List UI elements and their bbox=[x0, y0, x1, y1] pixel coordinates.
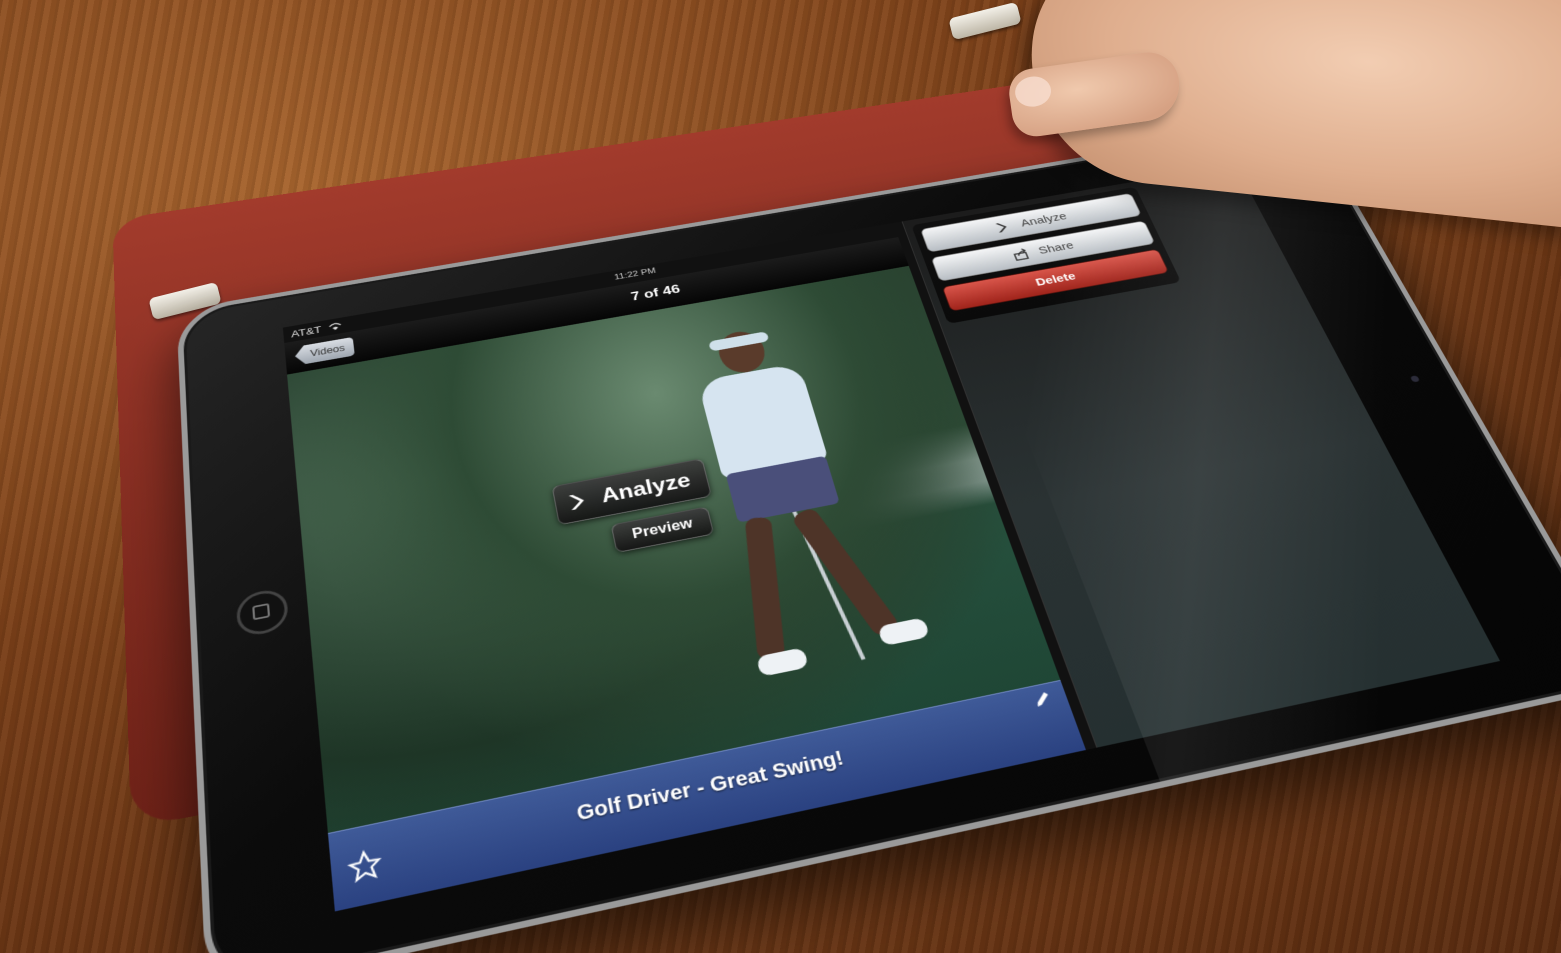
back-button[interactable]: Videos bbox=[294, 337, 355, 366]
preview-overlay-button[interactable]: Preview bbox=[610, 506, 715, 553]
cover-hinge bbox=[948, 1, 1022, 41]
action-menu: Analyze Share Delete bbox=[911, 186, 1182, 324]
analyze-overlay-label: Analyze bbox=[599, 469, 693, 508]
chevron-arrows-icon bbox=[568, 488, 594, 511]
analyze-button-label: Analyze bbox=[1018, 210, 1069, 230]
share-button-label: Share bbox=[1036, 239, 1076, 257]
photo-scene: AT&T 11:22 PM Videos 7 of 46 Analyze Pre… bbox=[0, 0, 1561, 953]
golfer-figure bbox=[659, 318, 931, 686]
front-camera bbox=[1409, 375, 1421, 383]
share-icon bbox=[1011, 247, 1031, 262]
chevron-arrows-icon bbox=[995, 222, 1009, 233]
tablet-screen: AT&T 11:22 PM Videos 7 of 46 Analyze Pre… bbox=[282, 164, 1501, 912]
home-button[interactable] bbox=[235, 586, 290, 639]
wifi-icon bbox=[328, 321, 342, 331]
